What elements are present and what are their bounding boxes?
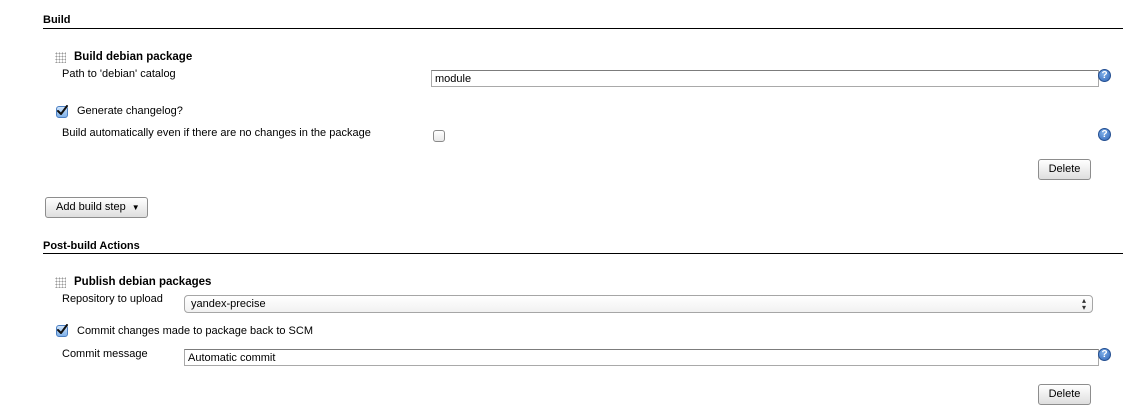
delete-post-build-step-button[interactable]: Delete [1038, 384, 1091, 405]
chevron-down-icon: ▼ [131, 203, 140, 212]
help-icon[interactable]: ? [1098, 69, 1111, 82]
path-label: Path to 'debian' catalog [62, 68, 176, 80]
drag-handle-icon[interactable] [55, 52, 66, 63]
post-build-section-title: Post-build Actions [43, 240, 140, 252]
commit-changes-checkbox[interactable] [56, 324, 68, 337]
auto-build-label: Build automatically even if there are no… [62, 127, 371, 139]
help-icon[interactable]: ? [1098, 128, 1111, 141]
post-build-section-divider [43, 253, 1123, 254]
commit-message-label: Commit message [62, 348, 148, 360]
add-build-step-button[interactable]: Add build step ▼ [45, 197, 148, 218]
path-input[interactable]: module [431, 70, 1099, 87]
up-down-arrows-icon: ▴ ▾ [1081, 296, 1086, 312]
add-build-step-label: Add build step [56, 201, 126, 213]
repository-selected-value: yandex-precise [191, 298, 266, 310]
commit-changes-label: Commit changes made to package back to S… [77, 325, 314, 337]
check-icon [57, 324, 68, 334]
auto-build-checkbox[interactable] [433, 130, 445, 142]
drag-handle-icon[interactable] [55, 277, 66, 288]
repository-select[interactable]: yandex-precise ▴ ▾ [184, 295, 1093, 313]
check-icon [57, 105, 68, 115]
delete-build-step-button[interactable]: Delete [1038, 159, 1091, 180]
post-build-step-title: Publish debian packages [74, 276, 212, 288]
build-section-divider [43, 28, 1123, 29]
generate-changelog-label: Generate changelog? [77, 105, 183, 117]
help-icon[interactable]: ? [1098, 348, 1111, 361]
repository-label: Repository to upload [62, 293, 163, 305]
build-step-title: Build debian package [74, 51, 193, 63]
commit-message-input[interactable]: Automatic commit [184, 349, 1099, 366]
generate-changelog-checkbox[interactable] [56, 105, 68, 118]
build-section-title: Build [43, 14, 71, 26]
